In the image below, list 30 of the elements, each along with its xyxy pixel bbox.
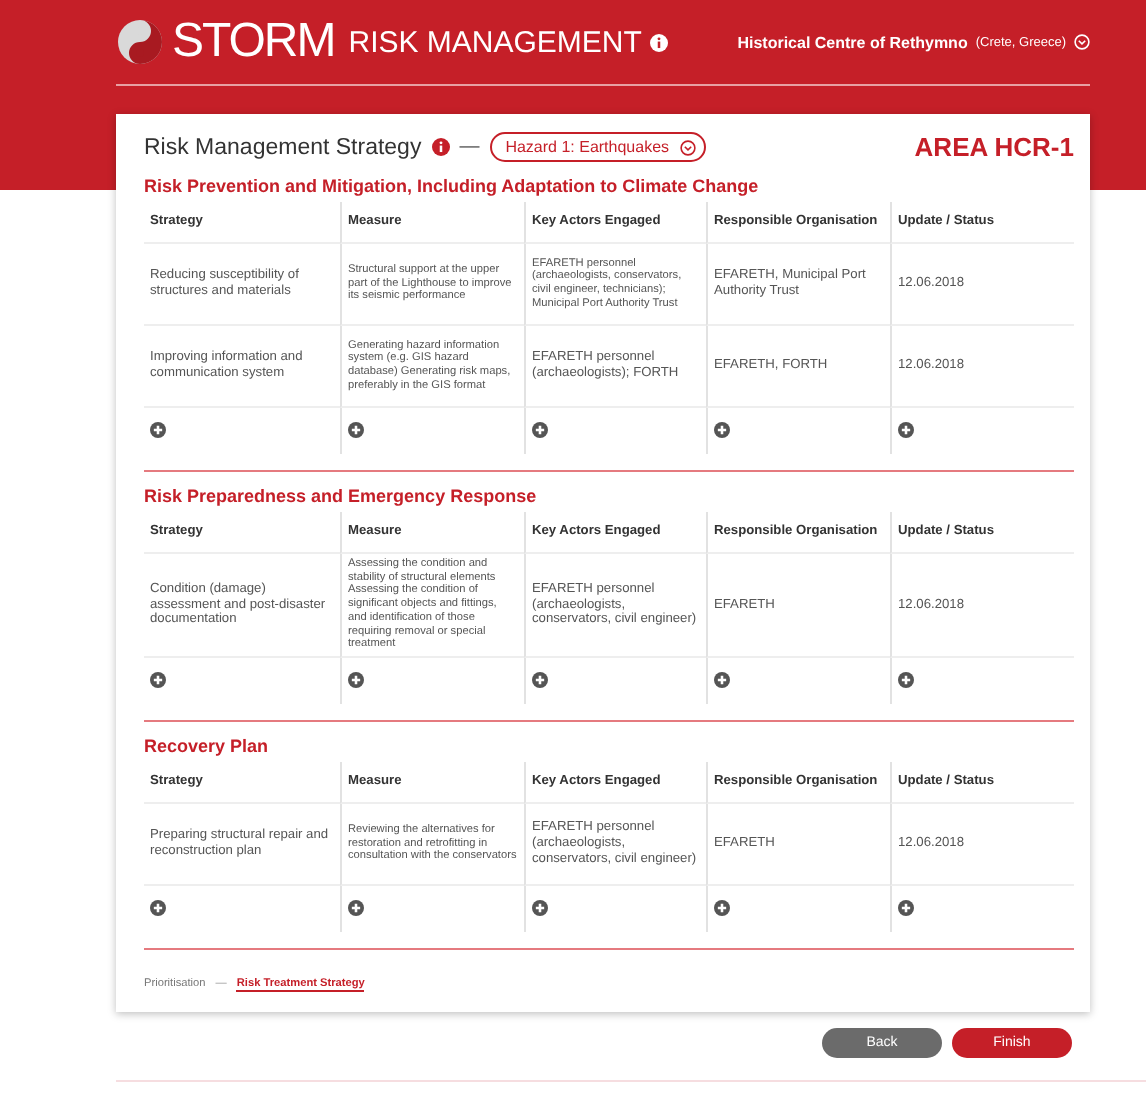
hazard-dropdown[interactable]: Hazard 1: Earthquakes — [489, 132, 706, 162]
add-icon[interactable] — [150, 671, 166, 688]
add-icon[interactable] — [532, 671, 548, 688]
add-icon[interactable] — [898, 899, 914, 916]
brand-name: STORM — [172, 14, 335, 70]
add-icon[interactable] — [898, 422, 914, 438]
info-icon[interactable] — [431, 138, 450, 156]
section-title: Risk Preparedness and Emergency Response — [144, 486, 539, 506]
chevron-down-icon — [1074, 34, 1090, 50]
add-icon[interactable] — [348, 899, 364, 916]
add-icon[interactable] — [898, 671, 914, 688]
title-separator: — — [459, 136, 480, 158]
add-icon[interactable] — [348, 422, 364, 438]
logo-icon — [116, 18, 164, 66]
add-icon[interactable] — [348, 671, 364, 688]
add-icon[interactable] — [714, 899, 730, 916]
area-code: AREA HCR-1 — [914, 132, 1074, 162]
add-icon[interactable] — [714, 671, 730, 688]
product-name: RISK MANAGEMENT — [348, 25, 642, 59]
card-title: Risk Management Strategy — [144, 135, 422, 159]
add-icon[interactable] — [532, 899, 548, 916]
chevron-down-icon — [679, 139, 696, 155]
add-icon[interactable] — [150, 899, 166, 916]
add-icon[interactable] — [714, 422, 730, 438]
add-icon[interactable] — [532, 422, 548, 438]
info-icon[interactable] — [649, 33, 668, 51]
section-title: Risk Prevention and Mitigation, Including Adaptation to Climate Change — [144, 176, 761, 196]
add-icon[interactable] — [150, 422, 166, 438]
section-title: Recovery Plan — [144, 735, 271, 756]
site-name[interactable]: Historical Centre of Rethymno — [737, 33, 968, 51]
